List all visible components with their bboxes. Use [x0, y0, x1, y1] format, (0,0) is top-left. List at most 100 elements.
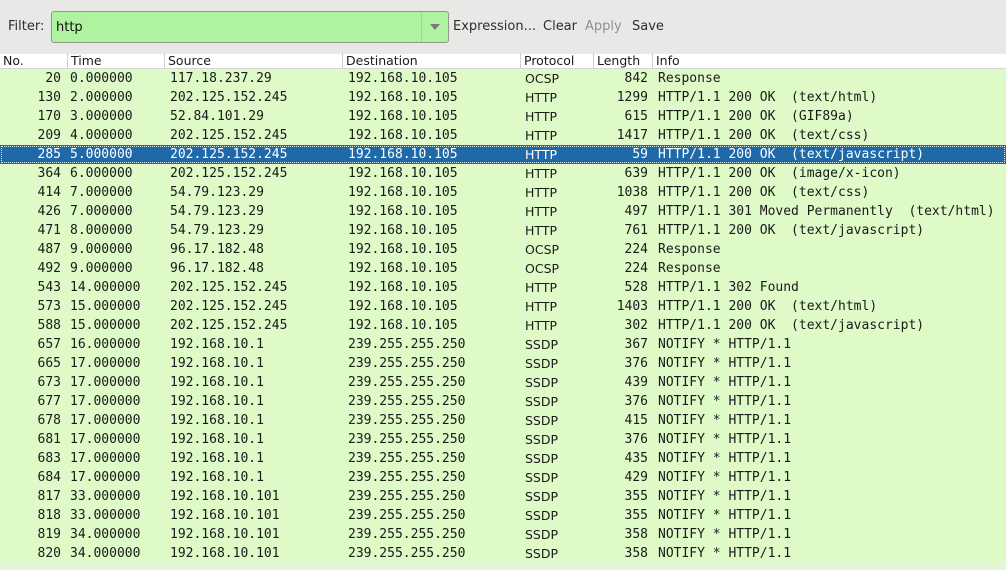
column-header-source[interactable]: Source	[164, 53, 342, 68]
packet-protocol: SSDP	[525, 470, 559, 485]
packet-length: 355	[624, 489, 648, 504]
column-header-time[interactable]: Time	[67, 53, 164, 68]
packet-row[interactable]: 678 17.000000 192.168.10.1 239.255.255.250 S…	[0, 411, 1006, 430]
packet-row[interactable]: 681 17.000000 192.168.10.1 239.255.255.250 S…	[0, 430, 1006, 449]
packet-time: 17.000000	[70, 470, 141, 485]
packet-source: 192.168.10.1	[170, 394, 264, 409]
packet-destination: 192.168.10.105	[348, 185, 458, 200]
packet-row[interactable]: 487 9.000000 96.17.182.48 192.168.10.105 OCS…	[0, 240, 1006, 259]
packet-row[interactable]: 588 15.000000 202.125.152.245 192.168.10.10…	[0, 316, 1006, 335]
packet-row[interactable]: 673 17.000000 192.168.10.1 239.255.255.250 S…	[0, 373, 1006, 392]
packet-source: 54.79.123.29	[170, 223, 264, 238]
packet-length: 302	[624, 318, 648, 333]
packet-row[interactable]: 817 33.000000 192.168.10.101 239.255.255.25…	[0, 487, 1006, 506]
packet-source: 202.125.152.245	[170, 166, 288, 181]
column-header-info[interactable]: Info	[652, 53, 1006, 68]
packet-info: HTTP/1.1 200 OK (text/javascript)	[658, 318, 925, 333]
packet-row[interactable]: 665 17.000000 192.168.10.1 239.255.255.250 S…	[0, 354, 1006, 373]
packet-number: 683	[37, 451, 61, 466]
packet-length: 1403	[616, 299, 648, 314]
column-header-length[interactable]: Length	[593, 53, 652, 68]
packet-row[interactable]: 819 34.000000 192.168.10.101 239.255.255.25…	[0, 525, 1006, 544]
packet-info: NOTIFY * HTTP/1.1	[658, 432, 792, 447]
packet-protocol: OCSP	[525, 242, 560, 257]
packet-info: NOTIFY * HTTP/1.1	[658, 375, 792, 390]
packet-destination: 239.255.255.250	[348, 432, 466, 447]
packet-destination: 192.168.10.105	[348, 90, 458, 105]
packet-number: 681	[37, 432, 61, 447]
packet-length: 528	[624, 280, 648, 295]
packet-length: 59	[632, 147, 648, 162]
packet-row[interactable]: 364 6.000000 202.125.152.245 192.168.10.105…	[0, 164, 1006, 183]
packet-destination: 192.168.10.105	[348, 318, 458, 333]
save-button[interactable]: Save	[632, 19, 664, 34]
column-header-protocol[interactable]: Protocol	[520, 53, 593, 68]
packet-length: 376	[624, 432, 648, 447]
packet-source: 192.168.10.101	[170, 489, 280, 504]
packet-number: 170	[37, 109, 61, 124]
filter-input[interactable]	[56, 12, 420, 42]
packet-destination: 192.168.10.105	[348, 128, 458, 143]
packet-time: 3.000000	[70, 109, 133, 124]
packet-length: 435	[624, 451, 648, 466]
packet-time: 17.000000	[70, 394, 141, 409]
packet-time: 17.000000	[70, 451, 141, 466]
packet-source: 117.18.237.29	[170, 71, 272, 86]
packet-row[interactable]: 543 14.000000 202.125.152.245 192.168.10.10…	[0, 278, 1006, 297]
packet-time: 17.000000	[70, 432, 141, 447]
packet-time: 33.000000	[70, 489, 141, 504]
packet-info: NOTIFY * HTTP/1.1	[658, 546, 792, 561]
packet-destination: 239.255.255.250	[348, 356, 466, 371]
packet-protocol: SSDP	[525, 356, 559, 371]
packet-row-selected[interactable]: 285 5.000000 202.125.152.245 192.168.10.105…	[0, 145, 1006, 164]
packet-protocol: OCSP	[525, 71, 560, 86]
packet-time: 33.000000	[70, 508, 141, 523]
packet-row[interactable]: 130 2.000000 202.125.152.245 192.168.10.105…	[0, 88, 1006, 107]
packet-protocol: HTTP	[525, 128, 557, 143]
packet-row[interactable]: 426 7.000000 54.79.123.29 192.168.10.105 HTT…	[0, 202, 1006, 221]
packet-row[interactable]: 684 17.000000 192.168.10.1 239.255.255.250 S…	[0, 468, 1006, 487]
packet-time: 8.000000	[70, 223, 133, 238]
packet-row[interactable]: 820 34.000000 192.168.10.101 239.255.255.25…	[0, 544, 1006, 563]
packet-number: 209	[37, 128, 61, 143]
packet-row[interactable]: 657 16.000000 192.168.10.1 239.255.255.250 S…	[0, 335, 1006, 354]
packet-length: 367	[624, 337, 648, 352]
column-header-destination[interactable]: Destination	[342, 53, 520, 68]
packet-row[interactable]: 677 17.000000 192.168.10.1 239.255.255.250 S…	[0, 392, 1006, 411]
packet-protocol: SSDP	[525, 394, 559, 409]
packet-source: 202.125.152.245	[170, 299, 288, 314]
packet-info: NOTIFY * HTTP/1.1	[658, 489, 792, 504]
packet-number: 414	[37, 185, 61, 200]
packet-row[interactable]: 818 33.000000 192.168.10.101 239.255.255.25…	[0, 506, 1006, 525]
packet-list[interactable]: 20 0.000000 117.18.237.29 192.168.10.105 OCS…	[0, 69, 1006, 570]
packet-source: 52.84.101.29	[170, 109, 264, 124]
packet-row[interactable]: 573 15.000000 202.125.152.245 192.168.10.10…	[0, 297, 1006, 316]
packet-length: 224	[624, 261, 648, 276]
packet-number: 818	[37, 508, 61, 523]
packet-row[interactable]: 170 3.000000 52.84.101.29 192.168.10.105 HTT…	[0, 107, 1006, 126]
packet-row[interactable]: 414 7.000000 54.79.123.29 192.168.10.105 HTT…	[0, 183, 1006, 202]
filter-combobox[interactable]	[51, 11, 449, 43]
packet-row[interactable]: 683 17.000000 192.168.10.1 239.255.255.250 S…	[0, 449, 1006, 468]
clear-button[interactable]: Clear	[543, 19, 577, 34]
packet-info: HTTP/1.1 200 OK (text/javascript)	[658, 223, 925, 238]
packet-number: 426	[37, 204, 61, 219]
packet-time: 0.000000	[70, 71, 133, 86]
apply-button[interactable]: Apply	[585, 19, 622, 34]
column-header-no[interactable]: No.	[0, 53, 67, 68]
packet-row[interactable]: 492 9.000000 96.17.182.48 192.168.10.105 OCS…	[0, 259, 1006, 278]
packet-row[interactable]: 471 8.000000 54.79.123.29 192.168.10.105 HTT…	[0, 221, 1006, 240]
packet-info: HTTP/1.1 200 OK (text/html)	[658, 299, 878, 314]
packet-protocol: HTTP	[525, 318, 557, 333]
packet-source: 192.168.10.1	[170, 375, 264, 390]
expression-button[interactable]: Expression...	[453, 19, 536, 34]
packet-time: 7.000000	[70, 204, 133, 219]
packet-row[interactable]: 209 4.000000 202.125.152.245 192.168.10.105…	[0, 126, 1006, 145]
packet-number: 573	[37, 299, 61, 314]
packet-protocol: SSDP	[525, 546, 559, 561]
packet-number: 588	[37, 318, 61, 333]
filter-dropdown-button[interactable]	[421, 12, 448, 42]
packet-destination: 192.168.10.105	[348, 299, 458, 314]
packet-row[interactable]: 20 0.000000 117.18.237.29 192.168.10.105 OCS…	[0, 69, 1006, 88]
packet-destination: 239.255.255.250	[348, 394, 466, 409]
